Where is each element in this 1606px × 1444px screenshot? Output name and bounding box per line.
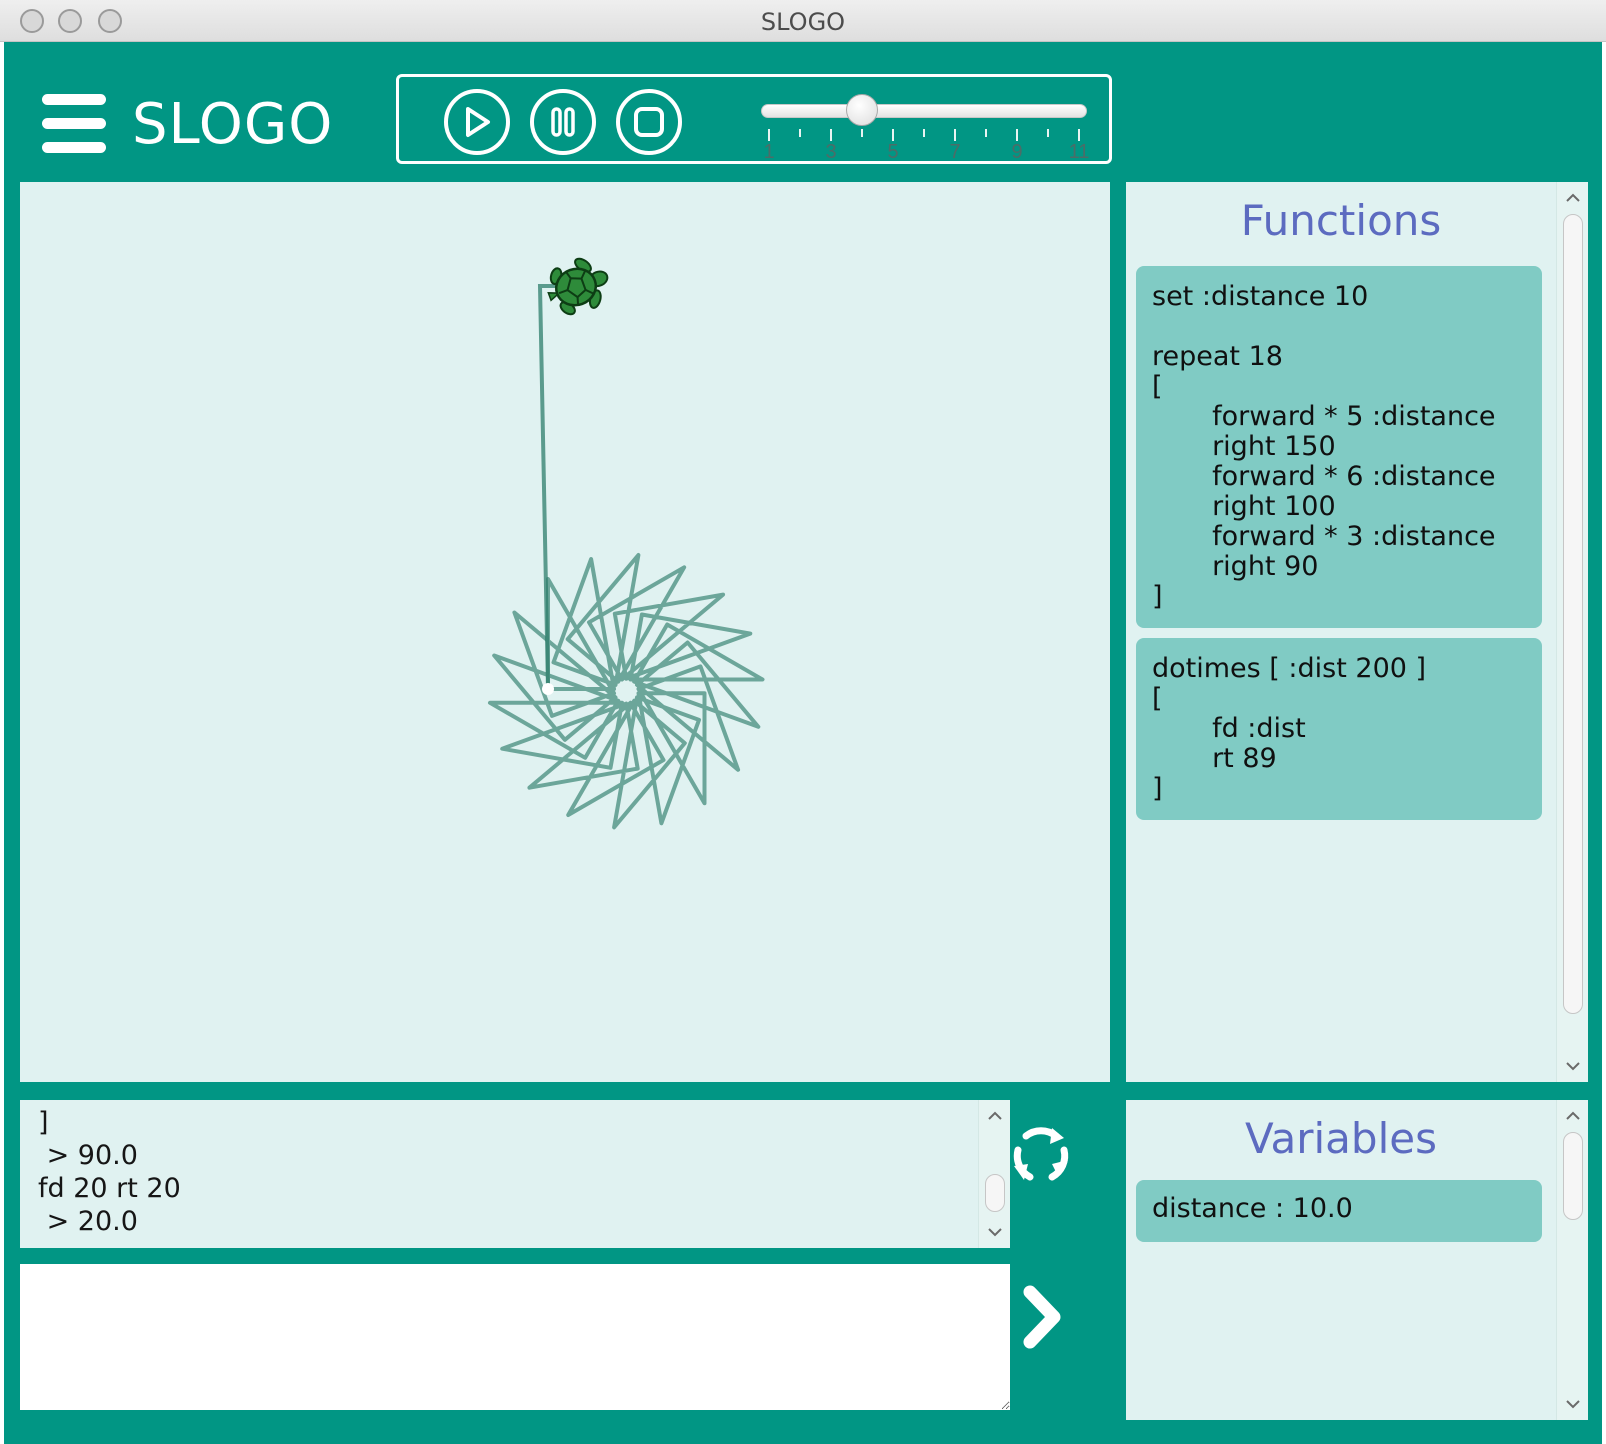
slider-tick <box>1047 129 1049 137</box>
pause-button[interactable] <box>530 89 596 155</box>
command-input[interactable] <box>20 1264 1010 1410</box>
slider-tick <box>1016 129 1018 141</box>
pen-trail-star <box>488 553 765 830</box>
scroll-down-icon[interactable] <box>1557 1052 1589 1080</box>
slider-tick <box>985 129 987 137</box>
variables-title: Variables <box>1245 1114 1437 1163</box>
slogo-app: SLOGO 1 3 5 7 9 11 Functions set:distan… <box>4 42 1602 1444</box>
stop-icon <box>634 107 664 137</box>
slider-tick-label: 3 <box>825 141 837 163</box>
slider-tick <box>768 129 770 141</box>
menu-icon[interactable] <box>42 94 108 154</box>
scroll-thumb[interactable] <box>1563 1132 1583 1220</box>
playback-controls: 1 3 5 7 9 11 <box>396 74 1112 164</box>
variables-panel: Variables distance : 10.0 <box>1126 1100 1588 1420</box>
functions-panel: Functions set :distance 10 repeat 18 [ f… <box>1126 182 1588 1082</box>
turtle-canvas[interactable] <box>20 182 1110 1082</box>
slider-tick-label: 5 <box>887 141 899 163</box>
stop-button[interactable] <box>616 89 682 155</box>
slider-tick <box>892 129 894 141</box>
slider-tick <box>799 129 801 137</box>
slider-tick <box>861 129 863 137</box>
pause-icon <box>551 107 575 137</box>
variables-scrollbar[interactable] <box>1556 1100 1588 1420</box>
scroll-up-icon[interactable] <box>1557 184 1589 212</box>
slider-tick <box>954 129 956 141</box>
turtle-drawing <box>488 257 765 830</box>
slider-track[interactable] <box>761 104 1087 118</box>
scroll-thumb[interactable] <box>1563 214 1583 1014</box>
slider-tick-label: 1 <box>763 141 775 163</box>
slider-tick-label: 9 <box>1011 141 1023 163</box>
variable-card[interactable]: distance : 10.0 <box>1136 1180 1542 1242</box>
scroll-down-icon[interactable] <box>979 1218 1011 1246</box>
slider-tick <box>830 129 832 141</box>
console-output: ] > 90.0 fd 20 rt 20 > 20.0 <box>20 1100 1010 1248</box>
function-card[interactable]: set :distance 10 repeat 18 [ forward * 5… <box>1136 266 1542 628</box>
speed-slider[interactable]: 1 3 5 7 9 11 <box>761 93 1089 163</box>
app-title: SLOGO <box>132 92 334 157</box>
scroll-thumb[interactable] <box>985 1174 1005 1212</box>
slider-knob[interactable] <box>846 94 878 126</box>
slider-tick <box>1078 129 1080 141</box>
scroll-down-icon[interactable] <box>1557 1390 1589 1418</box>
slider-tick-label: 7 <box>949 141 961 163</box>
function-card[interactable]: dotimes [ :dist 200 ] [ fd :dist rt 89 ] <box>1136 638 1542 820</box>
functions-scrollbar[interactable] <box>1556 182 1588 1082</box>
window-titlebar: SLOGO <box>0 0 1606 42</box>
functions-title: Functions <box>1240 196 1442 245</box>
play-icon <box>466 107 490 137</box>
chevron-right-icon <box>1023 1285 1061 1349</box>
console-lines: ] > 90.0 fd 20 rt 20 > 20.0 <box>38 1107 181 1237</box>
slider-tick <box>923 129 925 137</box>
window-title: SLOGO <box>760 8 846 36</box>
pen-trail-line <box>537 284 565 690</box>
refresh-button[interactable] <box>1004 1118 1078 1192</box>
play-button[interactable] <box>444 89 510 155</box>
run-button[interactable] <box>1004 1280 1078 1354</box>
center-point <box>542 683 554 695</box>
scroll-up-icon[interactable] <box>1557 1102 1589 1130</box>
refresh-icon <box>1013 1127 1069 1181</box>
slider-tick-label: 11 <box>1068 141 1090 163</box>
